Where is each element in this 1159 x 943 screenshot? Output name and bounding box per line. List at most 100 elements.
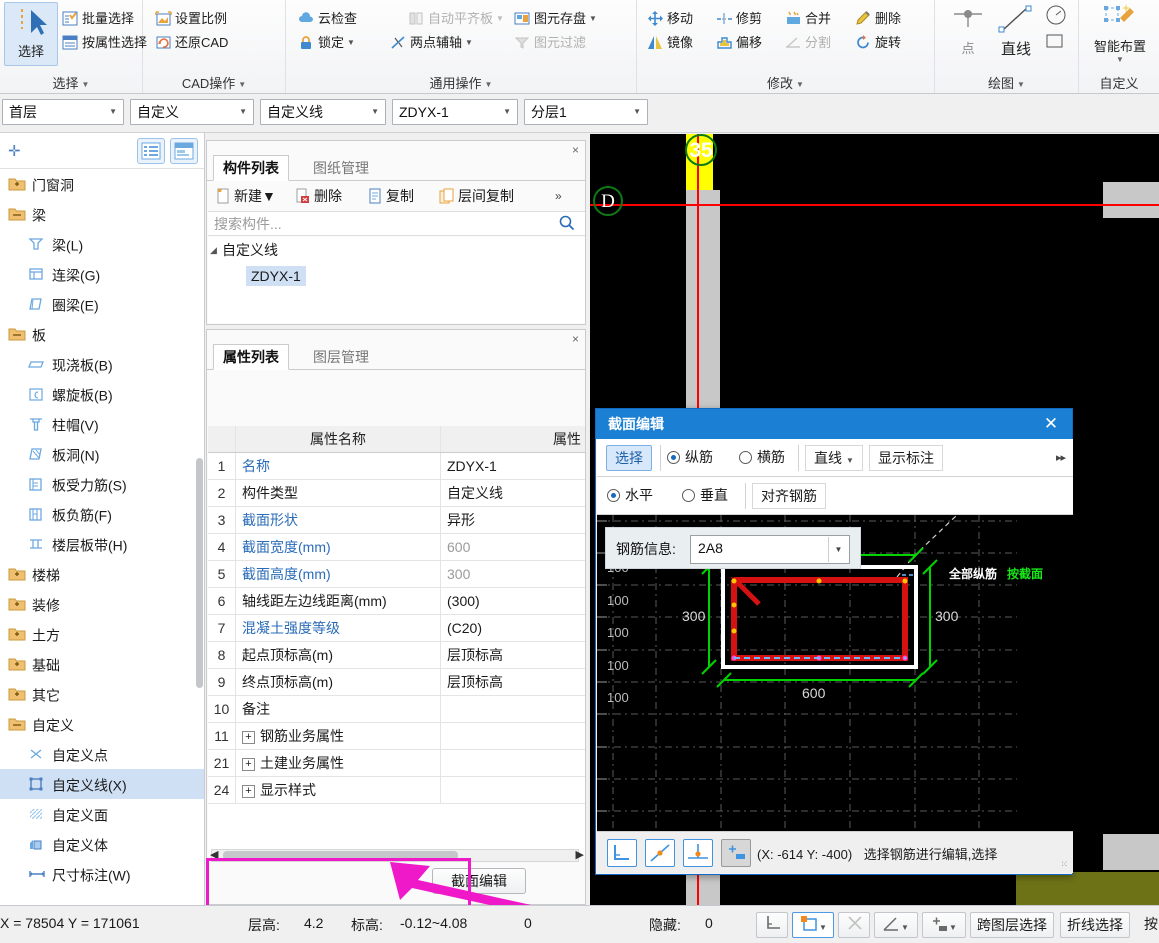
status-cross-button[interactable] (838, 912, 870, 938)
property-row-value[interactable]: 层顶标高 (441, 669, 585, 695)
tab-layer-management[interactable]: 图层管理 (303, 344, 379, 370)
tab-component-list[interactable]: 构件列表 (213, 155, 289, 181)
ortho-snap-button[interactable] (607, 839, 637, 867)
dialog-resize-grip[interactable]: ⁙ (1060, 859, 1069, 870)
component-group[interactable]: ◢ 自定义线 (208, 237, 585, 263)
property-row-value[interactable] (441, 777, 585, 803)
nav-item-leaf[interactable]: 自定义点 (0, 739, 204, 769)
property-row-value[interactable]: (300) (441, 588, 585, 614)
nav-item-group[interactable]: 梁 (0, 199, 204, 229)
select-tool-button[interactable]: 选择 (4, 2, 58, 66)
expand-icon[interactable]: + (242, 758, 255, 771)
align-rebar-button[interactable]: 对齐钢筋 (752, 483, 826, 509)
component-item[interactable]: ZDYX-1 (208, 263, 585, 289)
property-row[interactable]: 9 终点顶标高(m) 层顶标高 (208, 669, 585, 696)
property-row[interactable]: 6 轴线距左边线距离(mm) (300) (208, 588, 585, 615)
nav-item-group[interactable]: 其它 (0, 679, 204, 709)
expand-icon[interactable]: + (242, 785, 255, 798)
tab-drawing-management[interactable]: 图纸管理 (303, 155, 379, 181)
scroll-left-arrow-icon[interactable]: ◀ (210, 848, 218, 861)
nav-item-group[interactable]: 装修 (0, 589, 204, 619)
dialog-expand-icon[interactable]: ▸▸ (1056, 451, 1066, 464)
search-input[interactable] (208, 212, 553, 235)
tab-property-list[interactable]: 属性列表 (213, 344, 289, 370)
line-tool-button[interactable]: 直线 (991, 4, 1041, 59)
property-row-value[interactable]: 自定义线 (441, 480, 585, 506)
dialog-close-button[interactable]: ✕ (1040, 413, 1062, 435)
scroll-thumb[interactable] (223, 851, 458, 860)
nav-item-leaf[interactable]: 连梁(G) (0, 259, 204, 289)
nav-item-group[interactable]: 楼梯 (0, 559, 204, 589)
set-scale-button[interactable]: 设置比例 (155, 8, 227, 30)
section-drawing-canvas[interactable]: 600 600 300 300 100 100 100 100 100 100 … (597, 515, 1073, 833)
status-rect-select-button[interactable]: ▼ (792, 912, 834, 938)
perpendicular-snap-button[interactable] (683, 839, 713, 867)
element-disk-button[interactable]: 图元存盘 ▼ (514, 8, 597, 30)
nav-item-leaf[interactable]: 螺旋板(B) (0, 379, 204, 409)
select-by-attribute-button[interactable]: 按属性选择 (62, 32, 147, 54)
line-snap-button[interactable] (645, 839, 675, 867)
property-row[interactable]: 21 + 土建业务属性 (208, 750, 585, 777)
property-row[interactable]: 3 截面形状 异形 (208, 507, 585, 534)
property-row[interactable]: 1 名称 ZDYX-1 (208, 453, 585, 480)
offset-button[interactable]: 偏移 (716, 32, 762, 54)
two-point-axis-button[interactable]: 两点辅轴 ▼ (390, 32, 473, 54)
property-row-value[interactable]: (C20) (441, 615, 585, 641)
navigation-scrollbar[interactable] (196, 458, 203, 688)
show-label-button[interactable]: 显示标注 (869, 445, 943, 471)
press-select-button[interactable]: 按 (1138, 912, 1159, 938)
radio-longitudinal-rebar[interactable]: 纵筋 (667, 445, 713, 471)
rect-tool-button[interactable] (1045, 32, 1065, 54)
cloud-check-button[interactable]: 云检查 (298, 8, 357, 30)
nav-item-leaf[interactable]: 板洞(N) (0, 439, 204, 469)
nav-item-leaf[interactable]: 现浇板(B) (0, 349, 204, 379)
property-row[interactable]: 10 备注 (208, 696, 585, 723)
property-row-value[interactable]: 600 (441, 534, 585, 560)
polyline-select-button[interactable]: 折线选择 (1060, 912, 1130, 938)
nav-item-leaf[interactable]: 自定义面 (0, 799, 204, 829)
property-row[interactable]: 5 截面高度(mm) 300 (208, 561, 585, 588)
list-view-button[interactable] (137, 138, 165, 164)
component-search-box[interactable] (208, 211, 585, 236)
status-angle-button[interactable]: ▼ (874, 912, 918, 938)
cross-layer-select-button[interactable]: 跨图层选择 (970, 912, 1054, 938)
nav-item-leaf[interactable]: 圈梁(E) (0, 289, 204, 319)
delete-component-button[interactable]: 删除 (295, 185, 342, 207)
nav-item-leaf[interactable]: 自定义线(X) (0, 769, 204, 799)
property-row-value[interactable] (441, 750, 585, 776)
property-row-value[interactable]: ZDYX-1 (441, 453, 585, 479)
nav-item-leaf[interactable]: 板受力筋(S) (0, 469, 204, 499)
delete-button[interactable]: 删除 (855, 8, 901, 30)
arc-tool-button[interactable] (1045, 4, 1066, 26)
line-mode-dropdown[interactable]: 直线 ▼ (805, 445, 863, 471)
property-row[interactable]: 8 起点顶标高(m) 层顶标高 (208, 642, 585, 669)
add-node-icon[interactable]: ✛ (8, 142, 21, 160)
layer-select[interactable]: 分层1 ▼ (524, 99, 648, 125)
lock-button[interactable]: 锁定 ▼ (298, 32, 355, 54)
radio-vertical[interactable]: 垂直 (682, 483, 728, 509)
property-row-value[interactable]: 异形 (441, 507, 585, 533)
detail-view-button[interactable] (170, 138, 198, 164)
nav-item-leaf[interactable]: 梁(L) (0, 229, 204, 259)
property-row-value[interactable] (441, 696, 585, 722)
point-tool-button[interactable]: 点 (939, 4, 997, 57)
property-row[interactable]: 11 + 钢筋业务属性 (208, 723, 585, 750)
category-select[interactable]: 自定义 ▼ (130, 99, 254, 125)
property-row-value[interactable] (441, 723, 585, 749)
status-add-point-button[interactable]: ▼ (922, 912, 966, 938)
new-component-button[interactable]: 新建▼ (215, 185, 276, 207)
move-button[interactable]: 移动 (647, 8, 693, 30)
rebar-info-select[interactable]: 2A8 ▼ (690, 535, 850, 564)
nav-item-leaf[interactable]: 尺寸标注(W) (0, 859, 204, 889)
split-button[interactable]: 分割 (785, 32, 831, 54)
nav-item-group[interactable]: 土方 (0, 619, 204, 649)
element-filter-button[interactable]: 图元过滤 (514, 32, 586, 54)
copy-between-floors-button[interactable]: 层间复制 (439, 185, 514, 207)
nav-item-leaf[interactable]: 自定义体 (0, 829, 204, 859)
radio-horizontal[interactable]: 水平 (607, 483, 653, 509)
property-row-value[interactable]: 300 (441, 561, 585, 587)
dialog-select-button[interactable]: 选择 (606, 445, 652, 471)
expand-icon[interactable]: + (242, 731, 255, 744)
type-select[interactable]: 自定义线 ▼ (260, 99, 386, 125)
component-overflow-button[interactable]: » (555, 185, 562, 207)
